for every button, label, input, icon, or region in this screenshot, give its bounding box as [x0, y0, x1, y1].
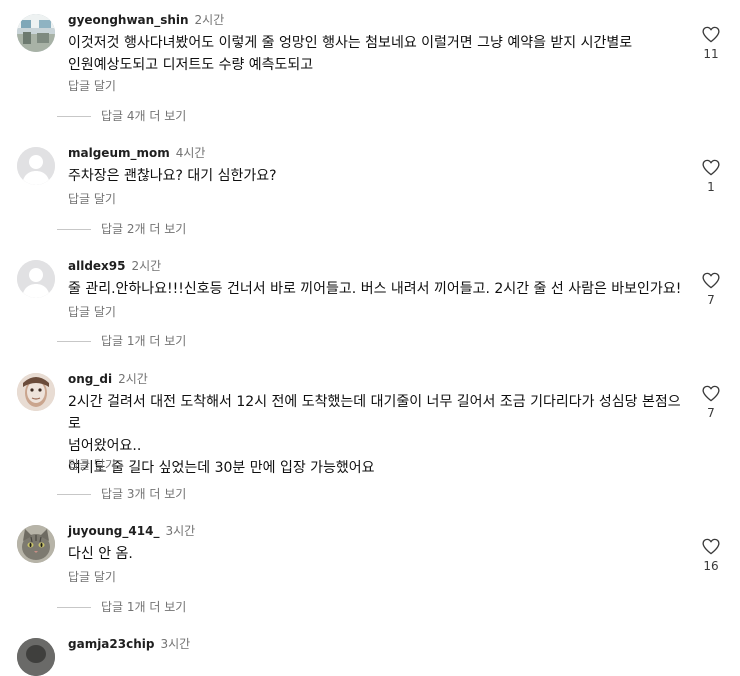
heart-outline-icon	[702, 159, 720, 176]
like-button[interactable]: 7	[693, 272, 729, 308]
like-count: 11	[703, 47, 719, 61]
like-button[interactable]: 1	[693, 159, 729, 195]
avatar[interactable]	[17, 638, 55, 676]
heart-outline-icon	[702, 385, 720, 402]
comment-header: alldex95 2시간	[68, 258, 161, 274]
like-count: 7	[707, 406, 715, 420]
username[interactable]: alldex95	[68, 259, 126, 273]
username[interactable]: gamja23chip	[68, 637, 154, 651]
heart-outline-icon	[702, 538, 720, 555]
divider-line	[57, 340, 91, 342]
divider-line	[57, 606, 91, 608]
like-count: 7	[707, 293, 715, 307]
timestamp: 3시간	[160, 637, 191, 651]
divider-line	[57, 493, 91, 495]
comment-text: 다신 안 옴.	[68, 546, 133, 562]
divider-line	[57, 228, 91, 230]
comment-text: 주차장은 괜찮나요? 대기 심한가요?	[68, 168, 277, 184]
cat-photo-icon	[17, 525, 55, 563]
reply-button[interactable]: 답글 달기	[68, 304, 116, 320]
view-more-replies-button[interactable]: 답글 4개 더 보기	[57, 108, 186, 124]
avatar[interactable]	[17, 147, 55, 185]
like-count: 1	[707, 180, 715, 194]
photo-icon	[17, 638, 55, 676]
reply-button[interactable]: 답글 달기	[68, 569, 116, 585]
heart-outline-icon	[702, 26, 720, 43]
like-button[interactable]: 11	[693, 26, 729, 62]
view-more-replies-label: 답글 3개 더 보기	[101, 487, 187, 501]
avatar[interactable]	[17, 373, 55, 411]
person-silhouette-icon	[17, 260, 55, 298]
like-button[interactable]: 16	[693, 538, 729, 574]
timestamp: 2시간	[131, 259, 162, 273]
view-more-replies-label: 답글 1개 더 보기	[101, 600, 187, 614]
timestamp: 2시간	[194, 13, 225, 27]
comment-header: gamja23chip 3시간	[68, 636, 190, 652]
comment-text: 이것저것 행사다녀봤어도 이렇게 줄 엉망인 행사는 첨보네요 이럴거면 그냥 …	[68, 35, 633, 73]
view-more-replies-button[interactable]: 답글 2개 더 보기	[57, 221, 186, 237]
view-more-replies-button[interactable]: 답글 1개 더 보기	[57, 333, 186, 349]
timestamp: 4시간	[175, 146, 206, 160]
like-button[interactable]: 7	[693, 385, 729, 421]
room-photo-icon	[17, 14, 55, 52]
avatar[interactable]	[17, 525, 55, 563]
view-more-replies-label: 답글 1개 더 보기	[101, 334, 187, 348]
comment-header: malgeum_mom 4시간	[68, 145, 205, 161]
comment-header: gyeonghwan_shin 2시간	[68, 12, 224, 28]
view-more-replies-button[interactable]: 답글 3개 더 보기	[57, 486, 186, 502]
timestamp: 3시간	[165, 524, 196, 538]
username[interactable]: juyoung_414_	[68, 524, 159, 538]
username[interactable]: ong_di	[68, 372, 112, 386]
person-silhouette-icon	[17, 147, 55, 185]
username[interactable]: malgeum_mom	[68, 146, 170, 160]
comment-header: juyoung_414_ 3시간	[68, 523, 195, 539]
reply-button[interactable]: 답글 달기	[68, 457, 116, 473]
view-more-replies-label: 답글 2개 더 보기	[101, 222, 187, 236]
divider-line	[57, 115, 91, 117]
comment-text: 줄 관리.안하나요!!!신호등 건너서 바로 끼어들고. 버스 내려서 끼어들고…	[68, 281, 682, 297]
comment-text: 2시간 걸려서 대전 도착해서 12시 전에 도착했는데 대기줄이 너무 길어서…	[68, 394, 681, 476]
avatar[interactable]	[17, 260, 55, 298]
face-photo-icon	[17, 373, 55, 411]
timestamp: 2시간	[118, 372, 148, 386]
view-more-replies-button[interactable]: 답글 1개 더 보기	[57, 599, 186, 615]
view-more-replies-label: 답글 4개 더 보기	[101, 109, 187, 123]
like-count: 16	[703, 559, 719, 573]
avatar[interactable]	[17, 14, 55, 52]
reply-button[interactable]: 답글 달기	[68, 78, 116, 94]
comment-header: ong_di 2시간	[68, 371, 148, 387]
username[interactable]: gyeonghwan_shin	[68, 13, 189, 27]
reply-button[interactable]: 답글 달기	[68, 191, 116, 207]
heart-outline-icon	[702, 272, 720, 289]
